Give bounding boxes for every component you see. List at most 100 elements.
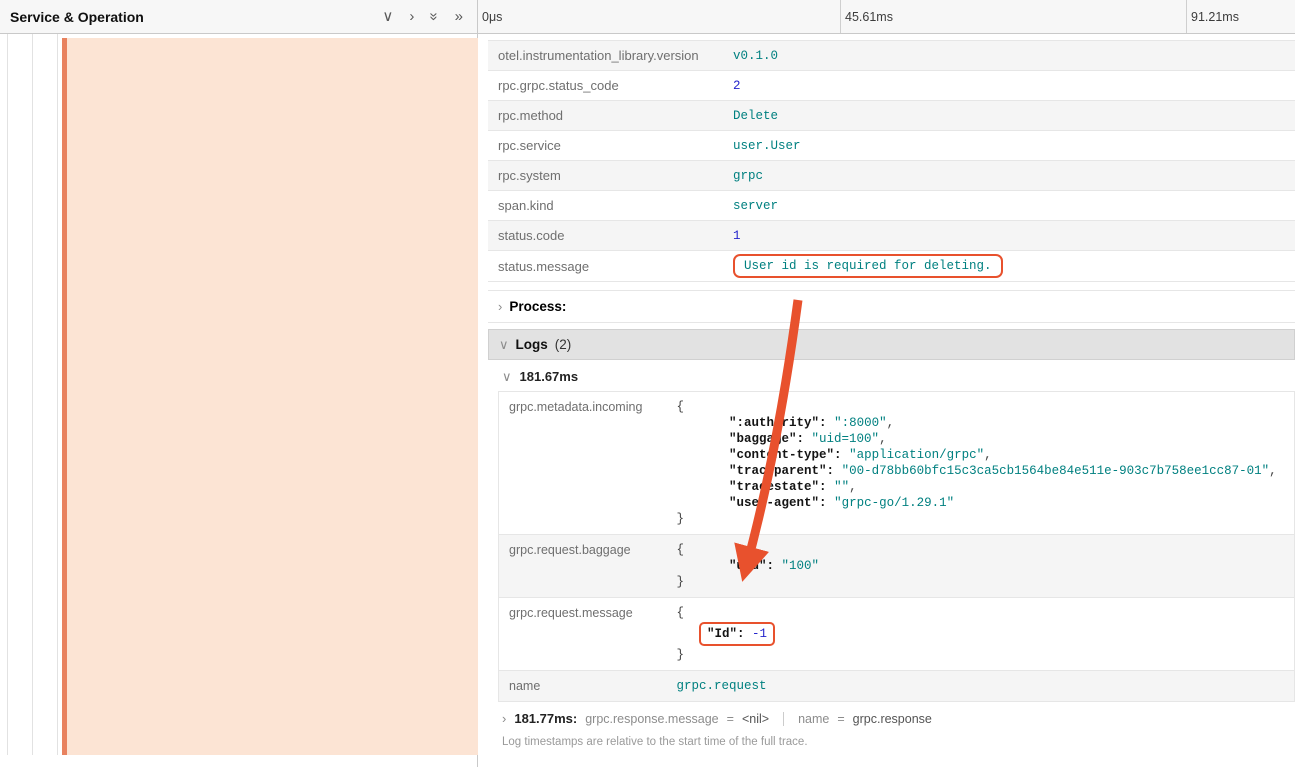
service-operation-title: Service & Operation bbox=[10, 9, 144, 25]
annotated-tag-value: User id is required for deleting. bbox=[733, 254, 1003, 278]
log-field-key: grpc.request.baggage bbox=[499, 535, 667, 598]
chevron-down-icon: ∨ bbox=[499, 338, 509, 351]
tag-key: rpc.service bbox=[488, 131, 723, 161]
ruler-tick-1: 45.61ms bbox=[845, 0, 893, 33]
tag-value: user.User bbox=[723, 131, 1295, 161]
json-line: "baggage": "uid=100", bbox=[677, 431, 1285, 447]
log-summary-key: grpc.response.message bbox=[585, 712, 718, 726]
tag-value: 1 bbox=[723, 221, 1295, 251]
logs-title: Logs bbox=[516, 337, 548, 352]
ruler-tick-line-2 bbox=[1186, 0, 1187, 33]
timeline-header-bar: Service & Operation ∨ › » » 0μs 45.61ms … bbox=[0, 0, 1295, 34]
logs-accordion-header[interactable]: ∨ Logs (2) bbox=[488, 329, 1295, 360]
log-field-key: grpc.request.message bbox=[499, 598, 667, 671]
span-detail-panel: otel.instrumentation_library.versionv0.1… bbox=[478, 34, 1295, 767]
tag-row: rpc.system grpc bbox=[488, 161, 1295, 191]
tag-value: v0.1.0 bbox=[723, 41, 1295, 71]
json-line: grpc.request bbox=[677, 678, 1285, 694]
tag-key: status.code bbox=[488, 221, 723, 251]
tree-guide-line bbox=[57, 34, 58, 755]
span-tree-panel bbox=[0, 34, 478, 767]
log-entry-timestamp: 181.67ms bbox=[520, 369, 579, 384]
tag-value-text: grpc bbox=[733, 169, 763, 183]
tag-row: rpc.service user.User bbox=[488, 131, 1295, 161]
chevron-right-icon: › bbox=[498, 300, 502, 313]
span-tags-table-body: otel.instrumentation_library.versionv0.1… bbox=[488, 41, 1295, 282]
ruler-tick-0: 0μs bbox=[482, 0, 502, 33]
tag-key: span.kind bbox=[488, 191, 723, 221]
log-field-value: { ":authority": ":8000", "baggage": "uid… bbox=[667, 392, 1295, 535]
log-field-row: grpc.request.message{ "Id": -1} bbox=[499, 598, 1295, 671]
tag-value-text: user.User bbox=[733, 139, 801, 153]
tree-guide-line bbox=[7, 34, 8, 755]
log-entry-header-collapsed[interactable]: › 181.77ms: grpc.response.message = <nil… bbox=[502, 711, 1295, 726]
log-summary-value: grpc.response bbox=[853, 712, 932, 726]
logs-section: ∨ Logs (2) ∨ 181.67ms grpc.metadata.inco… bbox=[488, 329, 1295, 756]
tag-key: rpc.system bbox=[488, 161, 723, 191]
json-line: "content-type": "application/grpc", bbox=[677, 447, 1285, 463]
timeline-body: otel.instrumentation_library.versionv0.1… bbox=[0, 34, 1295, 767]
json-line: } bbox=[677, 511, 1285, 527]
log-field-value: { "Id": -1} bbox=[667, 598, 1295, 671]
timeline-ruler: 0μs 45.61ms 91.21ms bbox=[478, 0, 1295, 33]
json-line: "uid": "100" bbox=[677, 558, 1285, 574]
log-field-key: grpc.metadata.incoming bbox=[499, 392, 667, 535]
chevron-down-icon: ∨ bbox=[502, 370, 512, 383]
tag-row: status.code 1 bbox=[488, 221, 1295, 251]
log-field-row: grpc.metadata.incoming{ ":authority": ":… bbox=[499, 392, 1295, 535]
log-summary-equals: = bbox=[727, 712, 734, 726]
tag-row: span.kind server bbox=[488, 191, 1295, 221]
summary-divider bbox=[783, 712, 784, 726]
tag-value-text: Delete bbox=[733, 109, 778, 123]
tag-value: server bbox=[723, 191, 1295, 221]
log-summary-value: <nil> bbox=[742, 712, 769, 726]
service-operation-header: Service & Operation ∨ › » » bbox=[0, 0, 478, 33]
tag-value-text: 2 bbox=[733, 79, 741, 93]
tag-value: 2 bbox=[723, 71, 1295, 101]
logs-footer-note: Log timestamps are relative to the start… bbox=[502, 736, 1295, 756]
log-summary-key: name bbox=[798, 712, 829, 726]
tag-value: grpc bbox=[723, 161, 1295, 191]
json-line: { bbox=[677, 542, 1285, 558]
selected-span-highlight[interactable] bbox=[62, 38, 478, 755]
tag-key: status.message bbox=[488, 251, 723, 282]
ruler-tick-line-1 bbox=[840, 0, 841, 33]
tree-guide-line bbox=[32, 34, 33, 755]
log-field-row: grpc.request.baggage{ "uid": "100"} bbox=[499, 535, 1295, 598]
expand-one-icon[interactable]: › bbox=[409, 9, 414, 24]
process-label: Process: bbox=[509, 299, 566, 314]
log-fields-table-body: grpc.metadata.incoming{ ":authority": ":… bbox=[499, 392, 1295, 702]
log-field-value: grpc.request bbox=[667, 671, 1295, 702]
log-summary-equals: = bbox=[837, 712, 844, 726]
collapse-one-icon[interactable]: ∨ bbox=[382, 9, 393, 24]
chevron-right-icon: › bbox=[502, 712, 506, 725]
process-accordion[interactable]: › Process: bbox=[488, 290, 1295, 323]
logs-count: (2) bbox=[555, 337, 572, 352]
tag-value-text: server bbox=[733, 199, 778, 213]
tag-value-text: v0.1.0 bbox=[733, 49, 778, 63]
json-line: { bbox=[677, 605, 1285, 621]
json-line: "user-agent": "grpc-go/1.29.1" bbox=[677, 495, 1285, 511]
json-line: ":authority": ":8000", bbox=[677, 415, 1285, 431]
tag-row: otel.instrumentation_library.versionv0.1… bbox=[488, 41, 1295, 71]
log-entry-header-open[interactable]: ∨ 181.67ms bbox=[498, 360, 1295, 391]
tag-row: rpc.method Delete bbox=[488, 101, 1295, 131]
log-field-key: name bbox=[499, 671, 667, 702]
tag-key: rpc.method bbox=[488, 101, 723, 131]
log-field-value: { "uid": "100"} bbox=[667, 535, 1295, 598]
json-line: "tracestate": "", bbox=[677, 479, 1285, 495]
collapse-all-icon[interactable]: » bbox=[427, 12, 442, 20]
expand-all-icon[interactable]: » bbox=[455, 9, 463, 24]
tag-row: rpc.grpc.status_code 2 bbox=[488, 71, 1295, 101]
json-line: "traceparent": "00-d78bb60bfc15c3ca5cb15… bbox=[677, 463, 1285, 479]
json-line: "Id": -1 bbox=[677, 621, 1285, 647]
tag-row: status.message User id is required for de… bbox=[488, 251, 1295, 282]
tag-key: rpc.grpc.status_code bbox=[488, 71, 723, 101]
logs-content: ∨ 181.67ms grpc.metadata.incoming{ ":aut… bbox=[488, 360, 1295, 756]
tag-value-text: 1 bbox=[733, 229, 741, 243]
annotation-box: "Id": -1 bbox=[699, 622, 775, 646]
span-tags-table: otel.instrumentation_library.versionv0.1… bbox=[488, 40, 1295, 282]
tag-value: Delete bbox=[723, 101, 1295, 131]
json-line: } bbox=[677, 574, 1285, 590]
tag-value: User id is required for deleting. bbox=[723, 251, 1295, 282]
